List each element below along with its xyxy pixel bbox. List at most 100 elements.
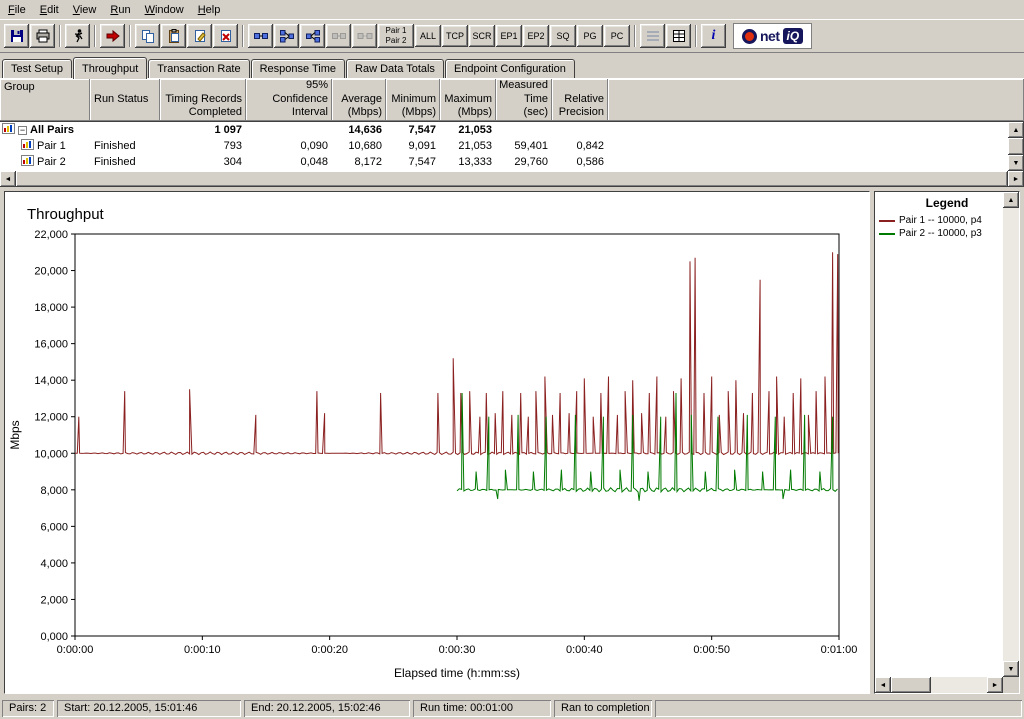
- help-info-button[interactable]: i: [701, 24, 726, 48]
- menu-file[interactable]: File: [1, 2, 33, 18]
- filter-scr-button[interactable]: SCR: [469, 25, 495, 47]
- filter-ep2-button[interactable]: EP2: [523, 25, 549, 47]
- save-icon: [9, 28, 25, 44]
- column-header-measured-time: Measured Time (sec): [496, 79, 552, 121]
- tab-throughput[interactable]: Throughput: [73, 57, 147, 79]
- legend-item-pair-2[interactable]: Pair 2 -- 10000, p3: [875, 227, 1019, 240]
- menu-edit[interactable]: Edit: [33, 2, 66, 18]
- svg-text:18,000: 18,000: [34, 302, 68, 314]
- column-header-confidence: 95% Confidence Interval: [246, 79, 332, 121]
- scroll-down-icon[interactable]: ▼: [1003, 661, 1019, 677]
- cell-timing-records: 793: [160, 138, 246, 154]
- filter-ep1-button[interactable]: EP1: [496, 25, 522, 47]
- runner-icon: [70, 28, 86, 44]
- legend-panel: Legend Pair 1 -- 10000, p4 Pair 2 -- 100…: [874, 191, 1020, 694]
- copy-pair-button[interactable]: [135, 24, 160, 48]
- svg-text:Mbps: Mbps: [8, 420, 22, 449]
- connect-endpoints-button[interactable]: [326, 24, 351, 48]
- tab-transaction-rate[interactable]: Transaction Rate: [148, 59, 249, 78]
- column-header-relative-precision: Relative Precision: [552, 79, 608, 121]
- scrollbar-thumb[interactable]: [891, 677, 931, 693]
- table-horizontal-scrollbar[interactable]: ◄ ►: [0, 171, 1024, 187]
- scroll-down-icon[interactable]: ▼: [1008, 155, 1024, 171]
- svg-text:0:00:10: 0:00:10: [184, 644, 221, 656]
- table-row-all-pairs[interactable]: − All Pairs 1 097 14,636 7,547 21,053: [0, 122, 1008, 138]
- tab-endpoint-configuration[interactable]: Endpoint Configuration: [445, 59, 575, 78]
- delete-pair-button[interactable]: [213, 24, 238, 48]
- menu-view[interactable]: View: [66, 2, 104, 18]
- cell-timing-records: 1 097: [160, 122, 246, 138]
- run-test-button[interactable]: [65, 24, 90, 48]
- menu-window[interactable]: Window: [138, 2, 191, 18]
- scrollbar-thumb[interactable]: [1008, 138, 1024, 155]
- pair-selector-line1: Pair 1: [386, 26, 407, 36]
- scroll-left-icon[interactable]: ◄: [0, 171, 16, 187]
- scroll-up-icon[interactable]: ▲: [1008, 122, 1024, 138]
- svg-text:22,000: 22,000: [34, 229, 68, 241]
- menu-help[interactable]: Help: [191, 2, 228, 18]
- svg-text:16,000: 16,000: [34, 339, 68, 351]
- save-button[interactable]: [4, 24, 29, 48]
- table-vertical-scrollbar[interactable]: ▲ ▼: [1008, 122, 1024, 171]
- svg-text:Elapsed time (h:mm:ss): Elapsed time (h:mm:ss): [394, 666, 520, 680]
- tab-raw-data-totals[interactable]: Raw Data Totals: [346, 59, 444, 78]
- filter-tcp-button[interactable]: TCP: [442, 25, 468, 47]
- add-pair-group-button[interactable]: [274, 24, 299, 48]
- filter-pg-button[interactable]: PG: [577, 25, 603, 47]
- legend-horizontal-scrollbar[interactable]: ◄ ►: [875, 677, 1003, 693]
- column-header-average: Average (Mbps): [332, 79, 386, 121]
- pair-group-icon: [279, 28, 295, 44]
- pair-selector-line2: Pair 2: [386, 36, 407, 46]
- scroll-up-icon[interactable]: ▲: [1003, 192, 1019, 208]
- add-pair-button[interactable]: [248, 24, 273, 48]
- scrollbar-corner: [1003, 677, 1019, 693]
- status-pairs: Pairs: 2: [2, 700, 54, 717]
- scroll-left-icon[interactable]: ◄: [875, 677, 891, 693]
- scrollbar-track[interactable]: [1003, 208, 1019, 661]
- results-table-header: Group Run Status Timing Records Complete…: [0, 78, 1024, 121]
- table-row-pair-2[interactable]: Pair 2 Finished 304 0,048 8,172 7,547 13…: [0, 154, 1008, 170]
- red-arrow-icon: [105, 28, 121, 44]
- netiq-swirl-icon: [742, 29, 757, 44]
- edit-pair-button[interactable]: [187, 24, 212, 48]
- tab-response-time[interactable]: Response Time: [251, 59, 345, 78]
- scrollbar-track[interactable]: [931, 677, 987, 693]
- column-header-group: Group: [0, 79, 90, 121]
- add-multicast-group-button[interactable]: [300, 24, 325, 48]
- scroll-right-icon[interactable]: ►: [987, 677, 1003, 693]
- cell-relative-precision: 0,842: [552, 138, 608, 154]
- tree-collapse-icon[interactable]: −: [18, 126, 27, 135]
- details-view-button[interactable]: [666, 24, 691, 48]
- legend-vertical-scrollbar[interactable]: ▲ ▼: [1003, 192, 1019, 677]
- filter-all-button[interactable]: ALL: [415, 25, 441, 47]
- print-button[interactable]: [30, 24, 55, 48]
- legend-label: Pair 1 -- 10000, p4: [899, 215, 982, 226]
- group-label: Pair 2: [37, 156, 66, 168]
- stop-test-button[interactable]: [100, 24, 125, 48]
- scrollbar-thumb[interactable]: [16, 171, 1008, 187]
- list-view-icon: [645, 28, 661, 44]
- paste-icon: [166, 28, 182, 44]
- cell-maximum: 21,053: [440, 138, 496, 154]
- disconnect-endpoints-button[interactable]: [352, 24, 377, 48]
- filter-pc-button[interactable]: PC: [604, 25, 630, 47]
- paste-pair-button[interactable]: [161, 24, 186, 48]
- filter-sq-button[interactable]: SQ: [550, 25, 576, 47]
- cell-confidence: 0,090: [246, 138, 332, 154]
- group-label: Pair 1: [37, 140, 66, 152]
- legend-item-pair-1[interactable]: Pair 1 -- 10000, p4: [875, 214, 1019, 227]
- svg-text:8,000: 8,000: [40, 485, 68, 497]
- tab-test-setup[interactable]: Test Setup: [2, 59, 72, 78]
- status-bar: Pairs: 2 Start: 20.12.2005, 15:01:46 End…: [0, 698, 1024, 719]
- svg-text:0:01:00: 0:01:00: [821, 644, 858, 656]
- table-row-pair-1[interactable]: Pair 1 Finished 793 0,090 10,680 9,091 2…: [0, 138, 1008, 154]
- toolbar-separator: [695, 25, 697, 47]
- menu-run[interactable]: Run: [103, 2, 137, 18]
- cell-run-status: Finished: [90, 154, 160, 170]
- multicast-icon: [305, 28, 321, 44]
- report-view-button[interactable]: [640, 24, 665, 48]
- svg-text:0:00:00: 0:00:00: [57, 644, 94, 656]
- scroll-right-icon[interactable]: ►: [1008, 171, 1024, 187]
- svg-text:0:00:20: 0:00:20: [311, 644, 348, 656]
- pair-selector-button[interactable]: Pair 1 Pair 2: [378, 24, 414, 48]
